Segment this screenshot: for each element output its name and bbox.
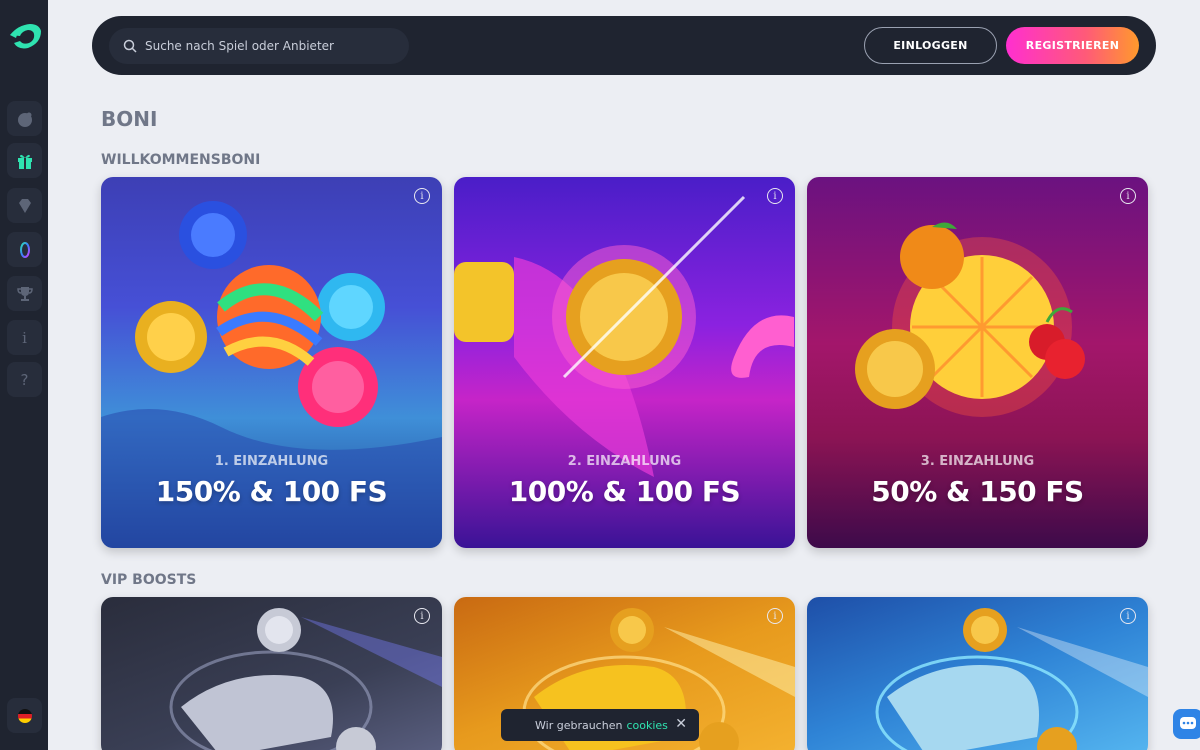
vip-boost-card-silver[interactable]: i	[101, 597, 442, 750]
section-title-welcome: WILLKOMMENSBONI	[101, 152, 261, 168]
sidebar-item-tournaments[interactable]	[7, 276, 42, 311]
info-icon[interactable]: i	[767, 188, 783, 204]
sidebar-item-bonuses[interactable]	[7, 143, 42, 178]
search-icon	[123, 39, 137, 53]
deposit-label: 2. EINZAHLUNG	[567, 454, 682, 469]
info-icon[interactable]: i	[414, 188, 430, 204]
language-selector[interactable]	[7, 698, 42, 733]
deposit-label: 3. EINZAHLUNG	[920, 454, 1035, 469]
info-icon: i	[22, 328, 27, 347]
sidebar: i ?	[0, 0, 48, 750]
sidebar-item-info[interactable]: i	[7, 320, 42, 355]
cookie-link[interactable]: cookies	[626, 719, 667, 732]
cookie-banner: Wir gebrauchen cookies ✕	[501, 709, 699, 741]
trophy-icon	[16, 286, 33, 301]
info-icon[interactable]: i	[767, 608, 783, 624]
info-icon[interactable]: i	[1120, 188, 1136, 204]
bonus-amount: 100% & 100 FS	[508, 475, 741, 508]
info-icon[interactable]: i	[1120, 608, 1136, 624]
sidebar-item-casino[interactable]	[7, 101, 42, 136]
page-title: BONI	[101, 107, 158, 131]
bonus-amount: 150% & 100 FS	[155, 475, 388, 508]
welcome-bonus-card-3[interactable]: i 3. EINZAHLUNG 50% & 150 FS	[807, 177, 1148, 548]
cookie-text: Wir gebrauchen	[535, 718, 623, 732]
help-icon: ?	[20, 370, 29, 389]
loyalty-ring-icon	[19, 241, 30, 258]
chat-button[interactable]	[1173, 709, 1200, 739]
brand-logo-icon[interactable]	[8, 21, 42, 51]
bonus-amount: 50% & 150 FS	[871, 475, 1084, 508]
casino-chip-icon	[17, 112, 32, 127]
vip-boost-card-diamond[interactable]: i	[807, 597, 1148, 750]
register-button[interactable]: REGISTRIEREN	[1006, 27, 1139, 64]
diamond-boost-illustration	[875, 608, 1148, 750]
sidebar-item-vip[interactable]	[7, 188, 42, 223]
germany-flag-icon	[17, 708, 32, 723]
silver-boost-illustration	[169, 608, 442, 750]
welcome-bonus-card-2[interactable]: i 2. EINZAHLUNG 100% & 100 FS	[454, 177, 795, 548]
diamond-icon	[18, 198, 31, 213]
gift-icon	[17, 154, 32, 169]
sidebar-item-loyalty[interactable]	[7, 232, 42, 267]
sidebar-item-help[interactable]: ?	[7, 362, 42, 397]
section-title-vip: VIP BOOSTS	[101, 572, 197, 588]
close-icon[interactable]: ✕	[675, 716, 687, 732]
info-icon[interactable]: i	[414, 608, 430, 624]
welcome-bonus-card-1[interactable]: i 1. EINZAHLUNG 150% & 100 FS	[101, 177, 442, 548]
search-box[interactable]	[109, 28, 409, 64]
login-button[interactable]: EINLOGGEN	[864, 27, 997, 64]
deposit-label: 1. EINZAHLUNG	[214, 454, 329, 469]
top-header: EINLOGGEN REGISTRIEREN	[92, 16, 1156, 75]
search-input[interactable]	[145, 39, 395, 53]
chat-icon	[1180, 717, 1196, 729]
